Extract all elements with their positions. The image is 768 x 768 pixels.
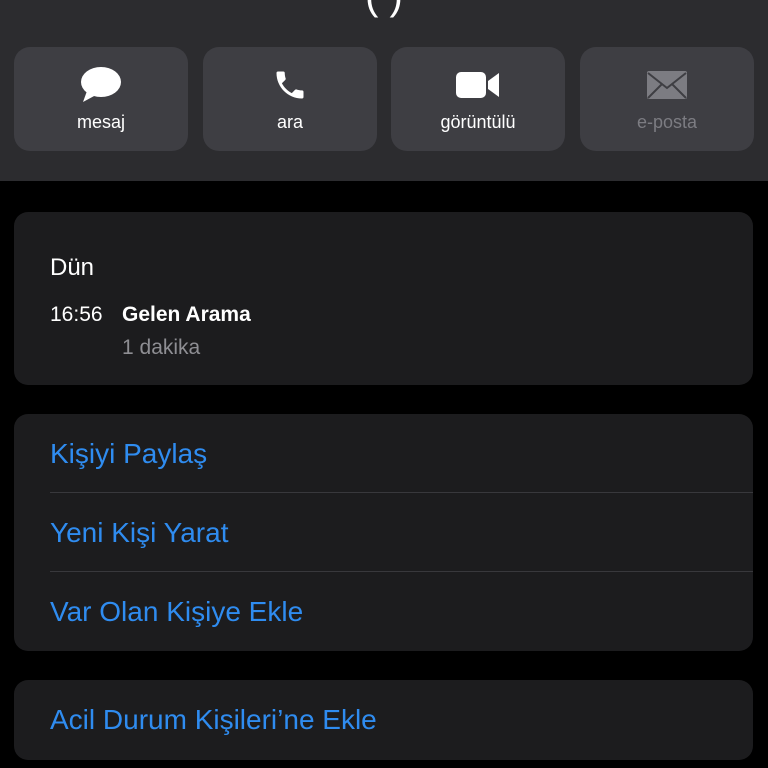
email-button[interactable]: e-posta bbox=[580, 47, 754, 151]
video-camera-icon bbox=[391, 67, 565, 103]
call-button-label: ara bbox=[276, 112, 303, 132]
recent-calls-card: Dün 16:56 Gelen Arama 1 dakika bbox=[14, 212, 753, 385]
divider bbox=[50, 571, 753, 572]
call-button[interactable]: ara bbox=[203, 47, 377, 151]
create-new-contact-button[interactable]: Yeni Kişi Yarat bbox=[50, 517, 229, 549]
contact-header: ( ) mesaj ara görüntülü bbox=[0, 0, 768, 181]
message-button[interactable]: mesaj bbox=[14, 47, 188, 151]
message-button-label: mesaj bbox=[76, 112, 125, 132]
contact-name-partial: ( ) bbox=[0, 0, 768, 16]
share-contact-button[interactable]: Kişiyi Paylaş bbox=[50, 438, 207, 470]
recent-call-duration: 1 dakika bbox=[122, 336, 201, 359]
recent-call-time: 16:56 bbox=[50, 303, 103, 326]
divider bbox=[50, 492, 753, 493]
envelope-icon bbox=[580, 67, 754, 103]
video-button-label: görüntülü bbox=[440, 112, 516, 132]
message-bubble-icon bbox=[14, 67, 188, 103]
email-button-label: e-posta bbox=[636, 112, 698, 132]
add-to-existing-contact-button[interactable]: Var Olan Kişiye Ekle bbox=[50, 596, 303, 628]
add-to-emergency-contacts-button[interactable]: Acil Durum Kişileri’ne Ekle bbox=[50, 704, 377, 736]
video-button[interactable]: görüntülü bbox=[391, 47, 565, 151]
emergency-card: Acil Durum Kişileri’ne Ekle bbox=[14, 680, 753, 760]
contact-actions-card: Kişiyi Paylaş Yeni Kişi Yarat Var Olan K… bbox=[14, 414, 753, 651]
recent-call-day: Dün bbox=[50, 254, 95, 281]
recent-call-type: Gelen Arama bbox=[122, 303, 251, 326]
phone-icon bbox=[203, 67, 377, 103]
